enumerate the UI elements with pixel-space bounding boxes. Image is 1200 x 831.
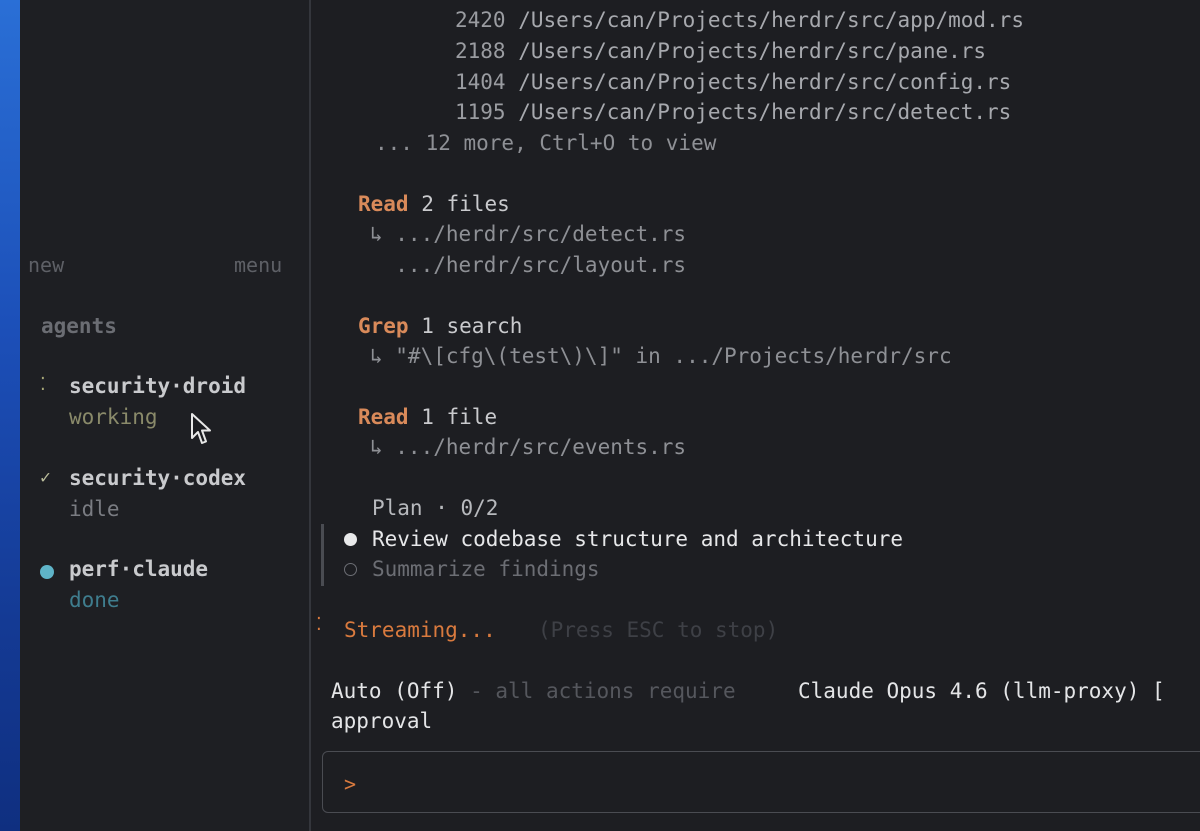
agent-status: idle [69, 497, 120, 521]
plan-title: Plan · 0/2 [372, 496, 499, 520]
tool-result-line: ↳ "#\[cfg\(test\)\]" in .../Projects/her… [370, 344, 952, 368]
agent-name: security·droid [69, 374, 247, 398]
auto-mode-toggle[interactable]: Auto (Off) - all actions require [331, 681, 736, 702]
new-button[interactable]: new [28, 253, 64, 277]
check-icon: ✓ [40, 467, 51, 488]
plan-bar [321, 524, 324, 586]
prompt-input[interactable] [322, 751, 1200, 813]
agent-name: security·codex [69, 466, 247, 490]
streaming-label: Streaming... [344, 618, 496, 642]
done-dot-icon [40, 565, 54, 579]
prompt-caret-icon: > [344, 772, 357, 796]
tool-call-read: Read 1 file [358, 405, 498, 429]
plan-item: Summarize findings [372, 557, 600, 581]
plan-pending-bullet-icon [344, 563, 357, 576]
agents-section-title: agents [41, 314, 117, 338]
agent-status: working [69, 405, 158, 429]
agent-name: perf·claude [69, 557, 209, 581]
more-files-hint[interactable]: ... 12 more, Ctrl+O to view [375, 133, 716, 154]
plan-active-bullet-icon [344, 533, 357, 546]
plan-item: Review codebase structure and architectu… [372, 527, 904, 551]
tool-call-read: Read 2 files [358, 192, 510, 216]
streaming-hint: (Press ESC to stop) [538, 618, 779, 642]
tool-result-line: ↳ .../herdr/src/detect.rs [370, 222, 687, 246]
tool-call-grep: Grep 1 search [358, 314, 523, 338]
file-row: 2188 /Users/can/Projects/herdr/src/pane.… [455, 39, 987, 63]
file-row: 2420 /Users/can/Projects/herdr/src/app/m… [455, 8, 1024, 32]
pane-divider[interactable] [309, 0, 311, 831]
menu-button[interactable]: menu [234, 253, 282, 277]
app-window: new menu agents ⁚ security·droid working… [0, 0, 1200, 831]
tool-result-line: .../herdr/src/layout.rs [370, 253, 687, 277]
model-selector[interactable]: Claude Opus 4.6 (llm-proxy) [ [798, 681, 1165, 702]
streaming-spinner-icon: ⁚ [316, 614, 322, 635]
file-row: 1404 /Users/can/Projects/herdr/src/confi… [455, 70, 1012, 94]
auto-mode-desc: approval [331, 709, 433, 733]
agent-status: done [69, 588, 120, 612]
working-spinner-icon: ⁚ [40, 374, 46, 395]
tool-result-line: ↳ .../herdr/src/events.rs [370, 435, 687, 459]
mouse-pointer-icon [191, 413, 211, 444]
sidebar [20, 0, 309, 831]
desktop-background [0, 0, 20, 831]
file-row: 1195 /Users/can/Projects/herdr/src/detec… [455, 100, 1012, 124]
